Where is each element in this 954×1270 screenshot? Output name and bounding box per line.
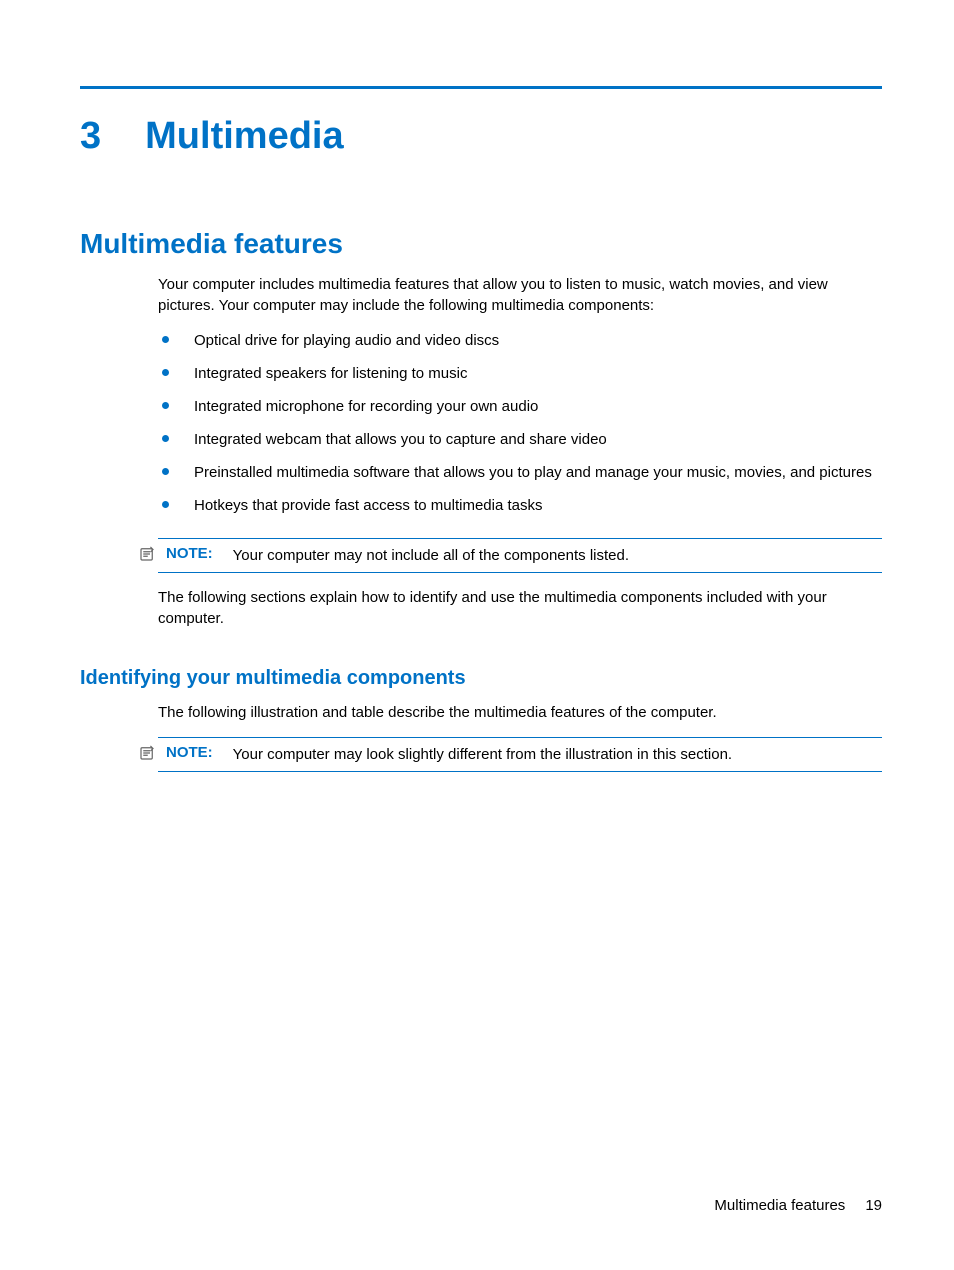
list-item: Integrated webcam that allows you to cap…	[158, 429, 882, 450]
note-text: Your computer may not include all of the…	[233, 545, 629, 566]
list-item: Hotkeys that provide fast access to mult…	[158, 495, 882, 516]
list-item: Optical drive for playing audio and vide…	[158, 330, 882, 351]
note-text: Your computer may look slightly differen…	[233, 744, 732, 765]
note-icon	[138, 545, 156, 563]
page-footer: Multimedia features 19	[714, 1197, 882, 1214]
note-icon	[138, 744, 156, 762]
footer-section-title: Multimedia features	[714, 1197, 845, 1214]
subsection-intro: The following illustration and table des…	[158, 702, 882, 723]
section-intro: Your computer includes multimedia featur…	[158, 274, 882, 316]
chapter-title: Multimedia	[145, 115, 343, 158]
note-label: NOTE:	[166, 545, 213, 562]
after-note-text: The following sections explain how to id…	[158, 587, 882, 629]
note-label: NOTE:	[166, 744, 213, 761]
note-box: NOTE: Your computer may not include all …	[158, 538, 882, 573]
page: 3 Multimedia Multimedia features Your co…	[0, 0, 954, 1270]
chapter-number: 3	[80, 115, 101, 158]
subsection-heading: Identifying your multimedia components	[80, 667, 882, 690]
list-item: Preinstalled multimedia software that al…	[158, 462, 882, 483]
bullet-list: Optical drive for playing audio and vide…	[158, 330, 882, 528]
chapter-heading: 3 Multimedia	[80, 115, 882, 158]
note-box: NOTE: Your computer may look slightly di…	[158, 737, 882, 772]
footer-page-number: 19	[865, 1197, 882, 1214]
list-item: Integrated speakers for listening to mus…	[158, 363, 882, 384]
section-heading: Multimedia features	[80, 228, 882, 260]
chapter-rule	[80, 86, 882, 89]
list-item: Integrated microphone for recording your…	[158, 396, 882, 417]
